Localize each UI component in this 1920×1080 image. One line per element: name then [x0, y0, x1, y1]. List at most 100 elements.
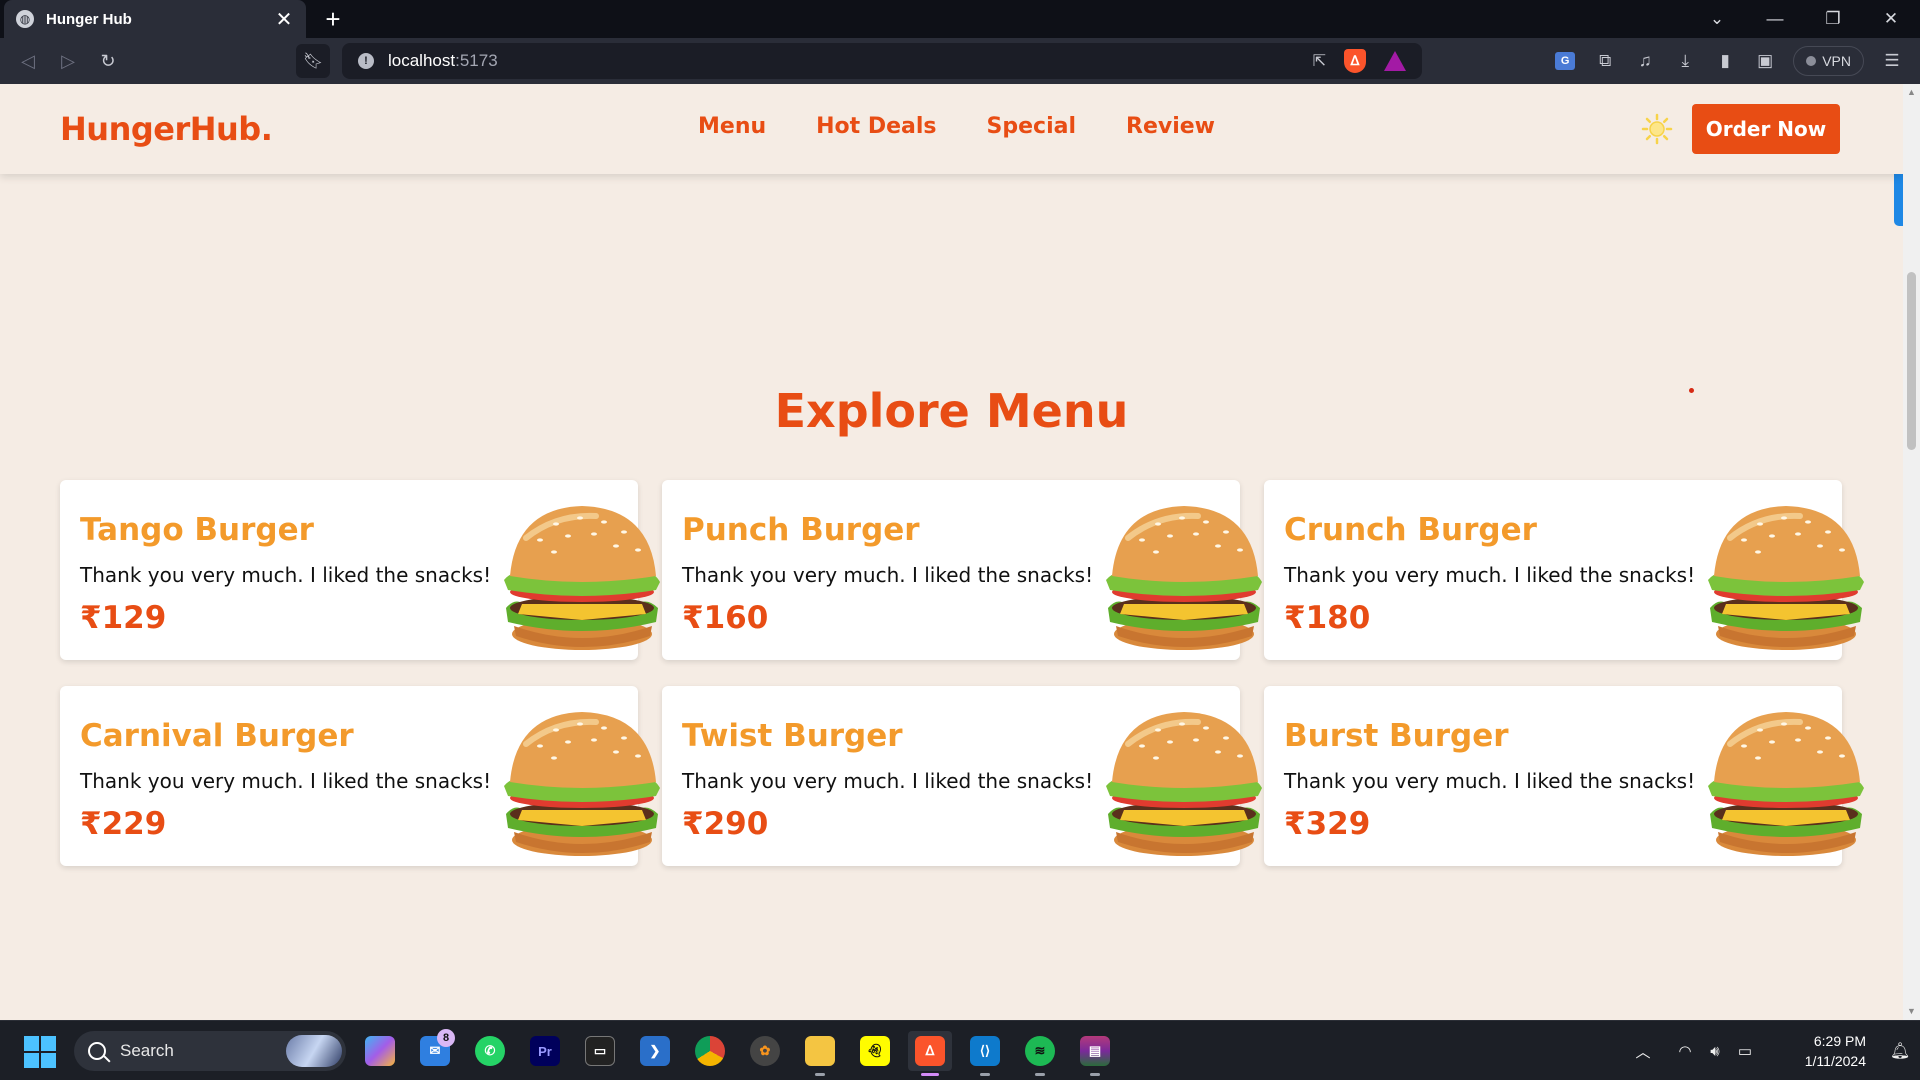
menu-card[interactable]: Crunch Burger Thank you very much. I lik…: [1264, 480, 1842, 660]
nav-link-menu[interactable]: Menu: [698, 114, 766, 139]
share-icon[interactable]: ⇱: [1313, 51, 1326, 71]
scroll-thumb[interactable]: [1907, 272, 1916, 450]
scroll-up-arrow-icon[interactable]: ▲: [1903, 84, 1920, 101]
site-header: HungerHub. Menu Hot Deals Special Review…: [0, 84, 1903, 174]
wallet-icon[interactable]: ▣: [1747, 44, 1783, 78]
fl-studio-app[interactable]: ✿: [743, 1031, 787, 1071]
tab-close-button[interactable]: ✕: [274, 7, 294, 32]
mail-badge: 8: [437, 1029, 455, 1047]
whatsapp-icon: ✆: [475, 1036, 505, 1066]
menu-item-price: ₹329: [1284, 806, 1371, 842]
spotify-app[interactable]: ≋: [1018, 1031, 1062, 1076]
menu-card[interactable]: Tango Burger Thank you very much. I like…: [60, 480, 638, 660]
menu-item-description: Thank you very much. I liked the snacks!: [80, 769, 492, 793]
page-scrollbar[interactable]: ▲ ▼: [1903, 84, 1920, 1020]
nav-link-special[interactable]: Special: [987, 114, 1076, 139]
burger-image: [1700, 704, 1868, 860]
browser-tab[interactable]: ◍ Hunger Hub ✕: [4, 0, 306, 38]
menu-card[interactable]: Twist Burger Thank you very much. I like…: [662, 686, 1240, 866]
download-icon[interactable]: ⤓: [1667, 44, 1703, 78]
terminal-app[interactable]: ▭: [578, 1031, 622, 1071]
taskbar-apps: ✉ 8 ✆ Pr ▭ ❯ ✿ 👻︎ ᐃ ⟨⟩ ≋ ▤: [358, 1029, 1117, 1076]
vscode-icon: ⟨⟩: [970, 1036, 1000, 1066]
nav-link-review[interactable]: Review: [1126, 114, 1215, 139]
url-host: localhost: [388, 51, 456, 70]
clock[interactable]: 6:29 PM 1/11/2024: [1774, 1031, 1866, 1071]
vscode-app[interactable]: ⟨⟩: [963, 1031, 1007, 1076]
windows-taskbar: Search ✉ 8 ✆ Pr ▭ ❯ ✿ 👻︎ ᐃ ⟨⟩ ≋ ▤ ︿ ◠ 🔊︎ …: [0, 1020, 1920, 1080]
burger-image: [496, 498, 664, 654]
powershell-icon: ❯: [640, 1036, 670, 1066]
folder-icon: [805, 1036, 835, 1066]
running-indicator: [980, 1073, 990, 1076]
extensions-icon[interactable]: ⧉: [1587, 44, 1623, 78]
burger-image: [1700, 498, 1868, 654]
brave-shield-icon[interactable]: ᐃ: [1344, 49, 1366, 73]
file-explorer-app[interactable]: [798, 1031, 842, 1076]
address-bar[interactable]: ! localhost :5173 ⇱ ᐃ: [342, 43, 1422, 79]
premiere-app[interactable]: Pr: [523, 1031, 567, 1071]
taskbar-search[interactable]: Search: [74, 1031, 346, 1071]
copilot-icon: [365, 1036, 395, 1066]
chrome-icon: [695, 1036, 725, 1066]
translate-icon[interactable]: G: [1547, 44, 1583, 78]
burger-image: [1098, 704, 1266, 860]
media-icon[interactable]: ♫: [1627, 44, 1663, 78]
site-info-icon[interactable]: !: [358, 53, 374, 69]
toolbar-icons: G ⧉ ♫ ⤓ ▮ ▣ VPN ☰: [1547, 44, 1910, 78]
chrome-app[interactable]: [688, 1031, 732, 1071]
burger-image: [496, 704, 664, 860]
running-indicator: [1090, 1073, 1100, 1076]
site-nav: Menu Hot Deals Special Review: [698, 114, 1215, 139]
running-indicator: [1035, 1073, 1045, 1076]
minimize-button[interactable]: —: [1746, 0, 1804, 38]
restore-button[interactable]: ❐: [1804, 0, 1862, 38]
new-tab-button[interactable]: +: [318, 4, 348, 34]
menu-icon[interactable]: ☰: [1874, 44, 1910, 78]
menu-grid: Tango Burger Thank you very much. I like…: [60, 480, 1842, 866]
reload-button[interactable]: ↻: [88, 41, 128, 81]
site-logo[interactable]: HungerHub.: [60, 110, 273, 148]
menu-card[interactable]: Punch Burger Thank you very much. I like…: [662, 480, 1240, 660]
theme-toggle-sun-icon[interactable]: [1640, 112, 1674, 146]
nav-link-hot-deals[interactable]: Hot Deals: [816, 114, 936, 139]
menu-item-description: Thank you very much. I liked the snacks!: [80, 563, 492, 587]
battery-icon[interactable]: ▭: [1730, 1042, 1760, 1060]
copilot-app[interactable]: [358, 1031, 402, 1071]
search-highlight-image: [286, 1035, 342, 1067]
show-hidden-icons-chevron-up-icon[interactable]: ︿: [1628, 1041, 1658, 1062]
menu-item-price: ₹180: [1284, 600, 1371, 636]
scroll-down-arrow-icon[interactable]: ▼: [1903, 1003, 1920, 1020]
brave-app[interactable]: ᐃ: [908, 1031, 952, 1076]
powershell-app[interactable]: ❯: [633, 1031, 677, 1071]
mail-app[interactable]: ✉ 8: [413, 1029, 457, 1071]
order-now-button[interactable]: Order Now: [1692, 104, 1840, 154]
chevron-down-icon[interactable]: ⌄: [1688, 0, 1746, 38]
close-window-button[interactable]: ✕: [1862, 0, 1920, 38]
wifi-icon[interactable]: ◠: [1670, 1042, 1700, 1060]
snapchat-icon: 👻︎: [860, 1036, 890, 1066]
page-viewport: HungerHub. Menu Hot Deals Special Review…: [0, 84, 1903, 1020]
menu-item-name: Punch Burger: [682, 512, 920, 548]
vpn-button[interactable]: VPN: [1793, 46, 1864, 76]
winrar-app[interactable]: ▤: [1073, 1031, 1117, 1076]
snapchat-app[interactable]: 👻︎: [853, 1031, 897, 1071]
menu-item-description: Thank you very much. I liked the snacks!: [1284, 769, 1696, 793]
whatsapp-app[interactable]: ✆: [468, 1031, 512, 1071]
menu-item-price: ₹290: [682, 806, 769, 842]
notification-bell-icon[interactable]: 🔔︎: [1880, 1041, 1920, 1061]
menu-card[interactable]: Burst Burger Thank you very much. I like…: [1264, 686, 1842, 866]
brave-rewards-icon[interactable]: [1384, 51, 1406, 71]
sidebar-icon[interactable]: ▮: [1707, 44, 1743, 78]
menu-item-description: Thank you very much. I liked the snacks!: [1284, 563, 1696, 587]
browser-tab-bar: ◍ Hunger Hub ✕ + ⌄ — ❐ ✕: [0, 0, 1920, 38]
running-indicator: [815, 1073, 825, 1076]
globe-icon: ◍: [16, 10, 34, 28]
bookmark-icon[interactable]: 🔖︎: [296, 44, 330, 78]
volume-icon[interactable]: 🔊︎: [1700, 1043, 1730, 1060]
menu-card[interactable]: Carnival Burger Thank you very much. I l…: [60, 686, 638, 866]
menu-item-name: Twist Burger: [682, 718, 903, 754]
windows-start-icon[interactable]: [24, 1036, 56, 1068]
forward-button[interactable]: ▷: [48, 41, 88, 81]
back-button[interactable]: ◁: [8, 41, 48, 81]
